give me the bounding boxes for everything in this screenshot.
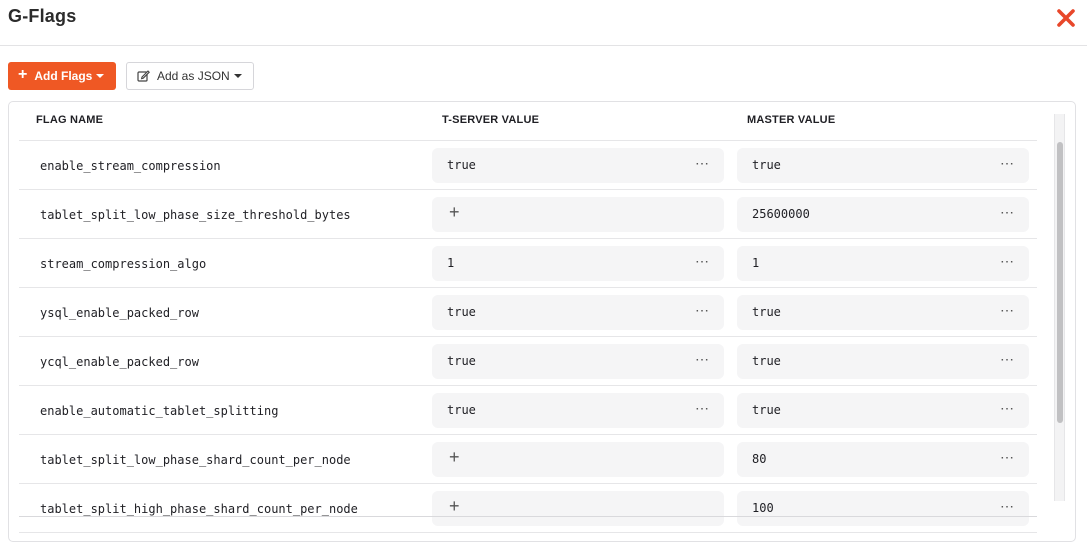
flag-name: tablet_split_low_phase_shard_count_per_n… — [40, 453, 351, 467]
more-icon[interactable]: ⋯ — [1000, 351, 1015, 368]
add-as-json-button[interactable]: Add as JSON — [126, 62, 254, 90]
flag-name: tablet_split_high_phase_shard_count_per_… — [40, 502, 358, 516]
flag-name: ysql_enable_packed_row — [40, 306, 199, 320]
table-row: ycql_enable_packed_row true ⋯ true ⋯ — [19, 337, 1037, 386]
tserver-value-cell[interactable]: true ⋯ — [432, 295, 724, 330]
tserver-value-cell[interactable]: true ⋯ — [432, 148, 724, 183]
header-flag-name: FLAG NAME — [36, 114, 104, 126]
table-row: enable_automatic_tablet_splitting true ⋯ tr… — [19, 386, 1037, 435]
add-flags-button[interactable]: + Add Flags — [8, 62, 116, 90]
more-icon[interactable]: ⋯ — [695, 253, 710, 270]
master-value: 25600000 — [752, 207, 810, 221]
master-value: true — [752, 403, 781, 417]
more-icon[interactable]: ⋯ — [695, 302, 710, 319]
tserver-value-cell[interactable]: true ⋯ — [432, 393, 724, 428]
tserver-value: 1 — [447, 256, 455, 270]
more-icon[interactable]: ⋯ — [1000, 302, 1015, 319]
more-icon[interactable]: ⋯ — [1000, 400, 1015, 417]
dialog-header: G-Flags — [0, 0, 1087, 46]
add-value-icon[interactable]: + — [449, 203, 460, 221]
master-value: 100 — [752, 501, 774, 515]
add-flags-label: Add Flags — [34, 69, 93, 83]
flag-name: ycql_enable_packed_row — [40, 355, 199, 369]
master-value: true — [752, 158, 781, 172]
master-value-cell[interactable]: true ⋯ — [737, 295, 1029, 330]
master-value: 1 — [752, 256, 760, 270]
table-row: stream_compression_algo 1 ⋯ 1 ⋯ — [19, 239, 1037, 288]
tserver-value: true — [447, 354, 476, 368]
tserver-value-cell[interactable]: + — [432, 442, 724, 477]
master-value: true — [752, 305, 781, 319]
master-value-cell[interactable]: 100 ⋯ — [737, 491, 1029, 526]
flag-name: enable_stream_compression — [40, 159, 221, 173]
master-value-cell[interactable]: true ⋯ — [737, 344, 1029, 379]
caret-down-icon — [233, 74, 242, 78]
more-icon[interactable]: ⋯ — [695, 351, 710, 368]
edit-icon — [137, 70, 150, 82]
tserver-value-cell[interactable]: true ⋯ — [432, 344, 724, 379]
add-value-icon[interactable]: + — [449, 497, 460, 515]
tserver-value: true — [447, 403, 476, 417]
more-icon[interactable]: ⋯ — [695, 155, 710, 172]
more-icon[interactable]: ⋯ — [1000, 253, 1015, 270]
more-icon[interactable]: ⋯ — [1000, 204, 1015, 221]
table-row: enable_stream_compression true ⋯ true ⋯ — [19, 141, 1037, 190]
table-row: tablet_split_high_phase_shard_count_per_… — [19, 484, 1037, 533]
more-icon[interactable]: ⋯ — [1000, 498, 1015, 515]
caret-down-icon — [96, 74, 105, 78]
master-value-cell[interactable]: 1 ⋯ — [737, 246, 1029, 281]
master-value: 80 — [752, 452, 767, 466]
table-row: ysql_enable_packed_row true ⋯ true ⋯ — [19, 288, 1037, 337]
tserver-value-cell[interactable]: + — [432, 491, 724, 526]
close-button[interactable] — [1054, 6, 1078, 30]
tserver-value: true — [447, 158, 476, 172]
master-value-cell[interactable]: 25600000 ⋯ — [737, 197, 1029, 232]
flag-name: tablet_split_low_phase_size_threshold_by… — [40, 208, 351, 222]
table-row: tablet_split_low_phase_shard_count_per_n… — [19, 435, 1037, 484]
more-icon[interactable]: ⋯ — [695, 400, 710, 417]
master-value: true — [752, 354, 781, 368]
scrollbar-thumb[interactable] — [1057, 142, 1063, 423]
tserver-value: true — [447, 305, 476, 319]
master-value-cell[interactable]: true ⋯ — [737, 148, 1029, 183]
header-tserver-value: T-SERVER VALUE — [442, 114, 540, 126]
tserver-value-cell[interactable]: + — [432, 197, 724, 232]
master-value-cell[interactable]: true ⋯ — [737, 393, 1029, 428]
gflags-table: FLAG NAME T-SERVER VALUE MASTER VALUE en… — [8, 101, 1076, 542]
master-value-cell[interactable]: 80 ⋯ — [737, 442, 1029, 477]
more-icon[interactable]: ⋯ — [1000, 449, 1015, 466]
add-value-icon[interactable]: + — [449, 448, 460, 466]
plus-icon: + — [18, 66, 28, 83]
more-icon[interactable]: ⋯ — [1000, 155, 1015, 172]
dialog-title: G-Flags — [8, 6, 77, 26]
add-as-json-label: Add as JSON — [157, 69, 230, 83]
close-icon — [1057, 9, 1075, 27]
table-row: tablet_split_low_phase_size_threshold_by… — [19, 190, 1037, 239]
tserver-value-cell[interactable]: 1 ⋯ — [432, 246, 724, 281]
header-master-value: MASTER VALUE — [747, 114, 836, 126]
flag-name: enable_automatic_tablet_splitting — [40, 404, 279, 418]
flag-name: stream_compression_algo — [40, 257, 207, 271]
table-bottom-divider — [19, 516, 1037, 517]
